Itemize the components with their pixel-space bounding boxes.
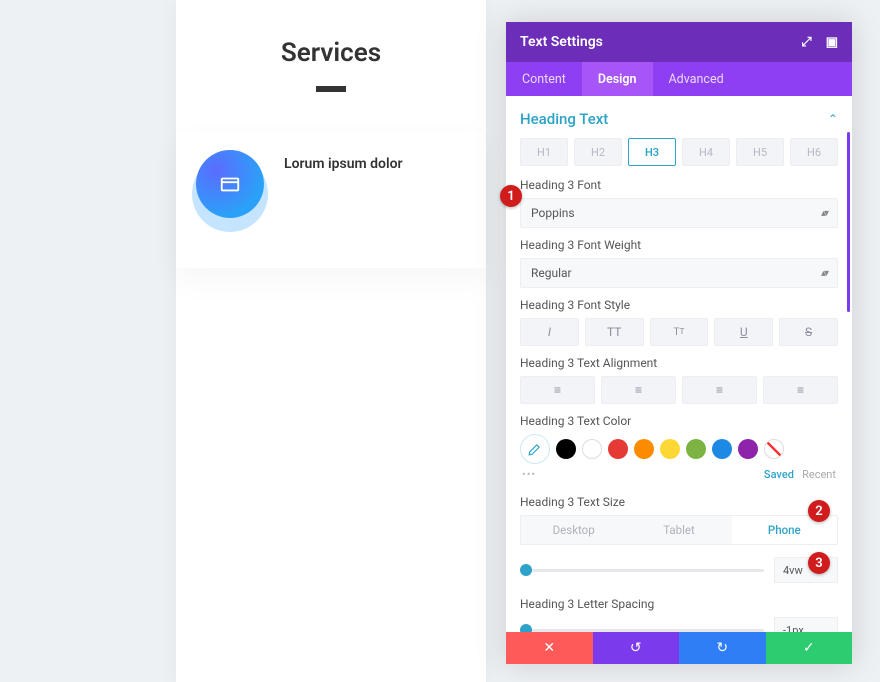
service-card: Lorum ipsum dolor — [176, 132, 486, 268]
font-value: Poppins — [531, 206, 575, 220]
strikethrough-button[interactable]: S — [779, 318, 838, 346]
swatch-white[interactable] — [582, 439, 602, 459]
tab-content[interactable]: Content — [506, 62, 582, 96]
h5-button[interactable]: H5 — [736, 138, 784, 166]
align-label: Heading 3 Text Alignment — [520, 356, 838, 370]
action-bar: ✕ ↺ ↻ ✓ — [506, 632, 852, 664]
swatch-green[interactable] — [686, 439, 706, 459]
color-picker-button[interactable] — [520, 434, 550, 464]
color-swatches — [520, 434, 838, 464]
page-title: Services — [176, 38, 486, 68]
align-justify-button[interactable]: ≡ — [763, 376, 838, 404]
color-tabs: ••• Saved Recent — [520, 464, 838, 491]
service-icon — [196, 150, 264, 218]
swatch-blue[interactable] — [712, 439, 732, 459]
align-center-button[interactable]: ≡ — [601, 376, 676, 404]
swatch-purple[interactable] — [738, 439, 758, 459]
chevron-up-icon: ⌃ — [828, 112, 838, 126]
spacing-label: Heading 3 Letter Spacing — [520, 597, 838, 611]
text-size-slider[interactable] — [520, 569, 764, 572]
preview-pane: Services Lorum ipsum dolor — [176, 0, 486, 682]
select-arrows-icon: ▴▾ — [821, 268, 827, 279]
swatch-none[interactable] — [764, 439, 784, 459]
title-underline — [316, 86, 346, 92]
uppercase-button[interactable]: TT — [585, 318, 644, 346]
size-label: Heading 3 Text Size — [520, 495, 838, 509]
redo-button[interactable]: ↻ — [679, 632, 766, 664]
drag-handle-icon[interactable]: ⤢ — [801, 35, 811, 50]
text-align-row: ≡ ≡ ≡ ≡ — [520, 376, 838, 404]
italic-button[interactable]: I — [520, 318, 579, 346]
slider-thumb[interactable] — [520, 564, 532, 576]
color-label: Heading 3 Text Color — [520, 414, 838, 428]
underline-button[interactable]: U — [714, 318, 773, 346]
device-tablet[interactable]: Tablet — [626, 516, 731, 544]
section-heading-text[interactable]: Heading Text ⌃ — [520, 110, 838, 128]
text-size-slider-row: 4vw — [520, 557, 838, 583]
letter-spacing-value[interactable]: -1px — [774, 617, 838, 632]
tab-design[interactable]: Design — [582, 62, 653, 96]
font-label: Heading 3 Font — [520, 178, 838, 192]
save-button[interactable]: ✓ — [766, 632, 853, 664]
more-dots-icon[interactable]: ••• — [522, 468, 536, 481]
section-title: Heading Text — [520, 110, 608, 128]
heading-level-selector: H1 H2 H3 H4 H5 H6 — [520, 138, 838, 166]
weight-select[interactable]: Regular ▴▾ — [520, 258, 838, 288]
smallcaps-button[interactable]: TT — [650, 318, 709, 346]
select-arrows-icon: ▴▾ — [821, 208, 827, 219]
swatch-black[interactable] — [556, 439, 576, 459]
panel-title: Text Settings — [520, 34, 603, 50]
h3-button[interactable]: H3 — [628, 138, 676, 166]
font-select[interactable]: Poppins ▴▾ — [520, 198, 838, 228]
h4-button[interactable]: H4 — [682, 138, 730, 166]
panel-body: Heading Text ⌃ H1 H2 H3 H4 H5 H6 Heading… — [506, 96, 852, 632]
scrollbar[interactable] — [847, 132, 850, 312]
swatch-yellow[interactable] — [660, 439, 680, 459]
letter-spacing-slider-row: -1px — [520, 617, 838, 632]
expand-icon[interactable]: ▣ — [826, 35, 838, 50]
tab-advanced[interactable]: Advanced — [653, 62, 740, 96]
weight-value: Regular — [531, 266, 572, 280]
recent-colors-tab[interactable]: Recent — [802, 468, 836, 481]
delete-button[interactable]: ✕ — [506, 632, 593, 664]
weight-label: Heading 3 Font Weight — [520, 238, 838, 252]
h2-button[interactable]: H2 — [574, 138, 622, 166]
device-selector: Desktop Tablet Phone — [520, 515, 838, 545]
h1-button[interactable]: H1 — [520, 138, 568, 166]
style-label: Heading 3 Font Style — [520, 298, 838, 312]
callout-2: 2 — [808, 500, 830, 522]
undo-button[interactable]: ↺ — [593, 632, 680, 664]
font-style-row: I TT TT U S — [520, 318, 838, 346]
saved-colors-tab[interactable]: Saved — [764, 468, 794, 481]
callout-3: 3 — [808, 552, 830, 574]
callout-1: 1 — [500, 185, 522, 207]
panel-header: Text Settings ⤢ ▣ — [506, 22, 852, 62]
settings-panel: Text Settings ⤢ ▣ Content Design Advance… — [506, 22, 852, 664]
align-right-button[interactable]: ≡ — [682, 376, 757, 404]
letter-spacing-slider[interactable] — [520, 629, 764, 632]
device-desktop[interactable]: Desktop — [521, 516, 626, 544]
tabs: Content Design Advanced — [506, 62, 852, 96]
swatch-orange[interactable] — [634, 439, 654, 459]
slider-thumb[interactable] — [520, 624, 532, 633]
align-left-button[interactable]: ≡ — [520, 376, 595, 404]
h6-button[interactable]: H6 — [790, 138, 838, 166]
card-heading: Lorum ipsum dolor — [284, 150, 403, 172]
swatch-red[interactable] — [608, 439, 628, 459]
